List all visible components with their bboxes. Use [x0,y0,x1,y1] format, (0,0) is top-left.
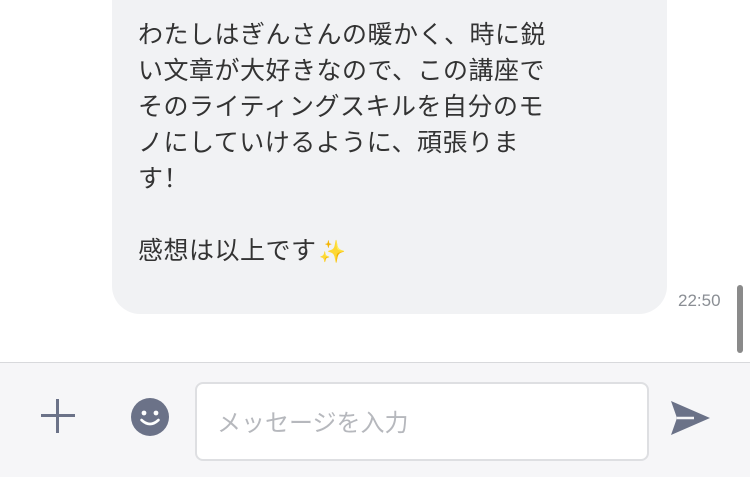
message-line: ノにしていけるように、頑張りま [138,128,520,157]
scrollbar-thumb[interactable] [737,285,743,353]
message-line: そのライティングスキルを自分のモ [138,92,545,121]
send-icon [671,401,710,435]
message-input[interactable] [215,384,634,461]
message-timestamp: 22:50 [678,291,721,310]
sparkles-emoji: ✨ [318,240,347,265]
send-button[interactable] [668,398,712,438]
message-bubble: わたしはぎんさんの暖かく、時に鋭 い文章が大好きなので、この講座で そのライティ… [112,0,667,314]
emoji-button[interactable] [130,397,170,437]
chat-area: わたしはぎんさんの暖かく、時に鋭 い文章が大好きなので、この講座で そのライティ… [0,0,750,362]
message-input-box[interactable] [195,382,649,461]
message-line: い文章が大好きなので、この講座で [138,56,546,85]
message-line: す！ [138,164,190,193]
message-last-line: 感想は以上です✨ [138,233,643,271]
message-line: 感想は以上です [138,236,317,265]
smiley-icon [131,398,169,436]
plus-icon [41,399,75,433]
message-line: わたしはぎんさんの暖かく、時に鋭 [138,20,547,49]
message-composer [0,362,750,477]
add-attachment-button[interactable] [38,396,78,436]
